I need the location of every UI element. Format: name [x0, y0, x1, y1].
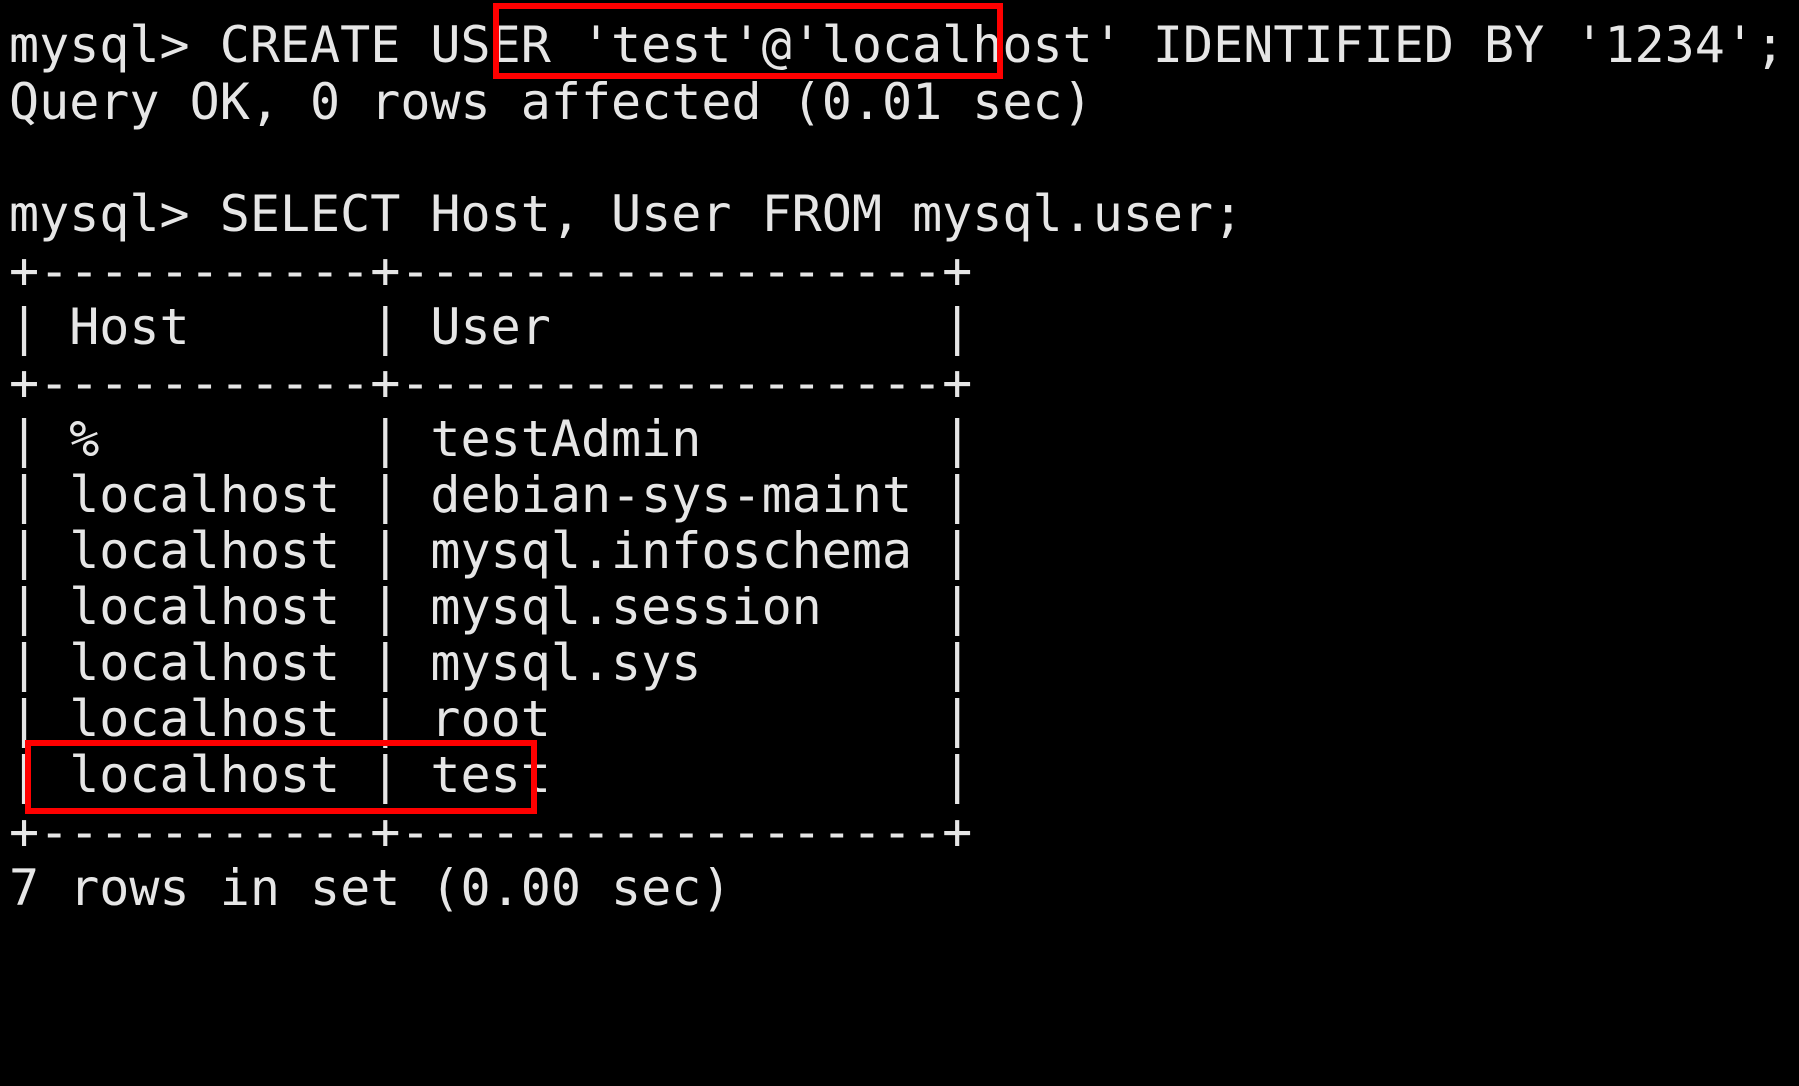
table-border-header: +-----------+------------------+	[9, 354, 973, 412]
mysql-prompt: mysql>	[9, 16, 220, 74]
table-row: | localhost | mysql.infoschema |	[9, 522, 973, 580]
mysql-prompt: mysql>	[9, 185, 220, 243]
select-command: SELECT Host, User FROM mysql.user;	[219, 185, 1244, 243]
select-command-line: mysql> SELECT Host, User FROM mysql.user…	[9, 182, 1243, 246]
table-header-row: | Host | User |	[9, 298, 973, 356]
terminal-window[interactable]: mysql> CREATE USER 'test'@'localhost' ID…	[0, 0, 1799, 1086]
table-row: | localhost | mysql.sys |	[9, 634, 973, 692]
rows-in-set-result: 7 rows in set (0.00 sec)	[9, 859, 732, 917]
table-row: | % | testAdmin |	[9, 410, 973, 468]
highlight-box-created-user	[493, 3, 1003, 79]
query-ok-result: Query OK, 0 rows affected (0.01 sec)	[9, 73, 1093, 131]
table-row: | localhost | mysql.session |	[9, 578, 973, 636]
highlight-box-test-row	[25, 740, 537, 814]
table-border-top: +-----------+------------------+	[9, 242, 973, 300]
identified-by-clause: IDENTIFIED BY '1234';	[1122, 16, 1786, 74]
table-row: | localhost | debian-sys-maint |	[9, 466, 973, 524]
